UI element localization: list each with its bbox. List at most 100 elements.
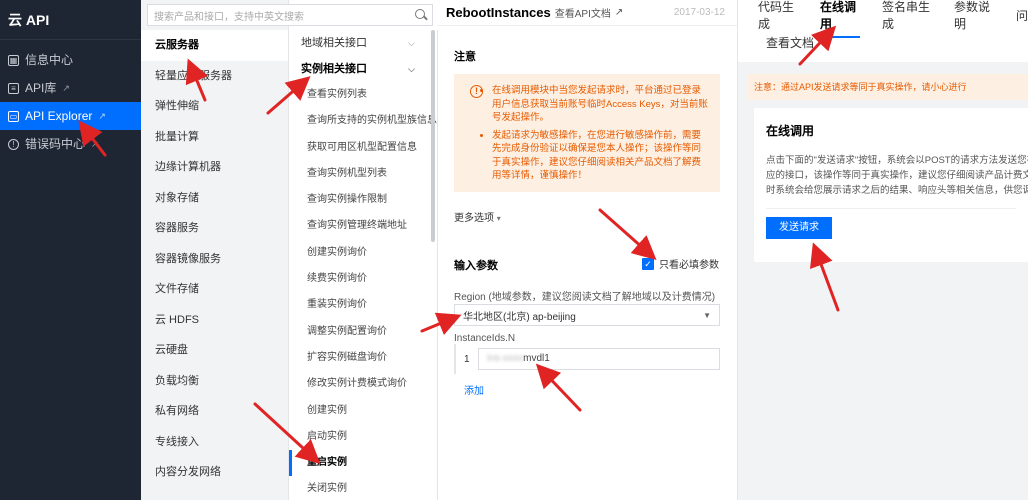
nav-item-api-library[interactable]: ≡ API库 ↗	[0, 74, 141, 102]
product-item[interactable]: 对象存储	[141, 183, 288, 214]
group-region[interactable]: 地域相关接口 ⌵	[289, 30, 437, 56]
notice-item: 在线调用模块中当您发起请求时，平台通过已登录用户信息获取当前账号临时Access…	[492, 84, 708, 125]
scrollbar[interactable]	[431, 30, 435, 242]
interface-item[interactable]: 获取可用区机型配置信息	[289, 135, 437, 161]
product-item[interactable]: 容器服务	[141, 213, 288, 244]
interface-item[interactable]: 查询实例管理终端地址	[289, 213, 437, 239]
interface-item-active[interactable]: 重启实例	[289, 450, 437, 477]
nav-item-label: API Explorer	[25, 109, 93, 123]
checkbox-label: 只看必填参数	[659, 260, 719, 271]
card-text: 时系统会给您展示请求之后的结果、响应头等相关信息，供您调试、	[766, 185, 1028, 196]
instance-id-value: mvdl1	[523, 353, 550, 364]
only-required-checkbox[interactable]: ✓ 只看必填参数	[642, 256, 719, 271]
interface-item[interactable]: 重装实例询价	[289, 292, 437, 318]
notice-title: 注意	[454, 51, 476, 63]
interface-item[interactable]: 查询实例操作限制	[289, 187, 437, 213]
nav-item-info-center[interactable]: ▦ 信息中心	[0, 46, 141, 74]
nav-item-api-explorer[interactable]: ▭ API Explorer ↗	[0, 102, 141, 130]
tab-view-docs[interactable]: 查看文档	[758, 34, 1028, 51]
interface-item[interactable]: 查询所支持的实例机型族信息	[289, 108, 437, 134]
doc-panel: RebootInstances 查看API文档 ↗ 2017-03-12 注意 …	[438, 0, 738, 500]
external-link-icon: ↗	[98, 111, 106, 121]
region-value: 华北地区(北京) ap-beijing	[463, 311, 576, 323]
interface-list: 地域相关接口 ⌵ 实例相关接口 ⌵ 查看实例列表 查询所支持的实例机型族信息 获…	[289, 30, 438, 500]
tab-bar: 代码生成 在线调用 签名串生成 参数说明 问 查看文档	[738, 0, 1028, 62]
interface-item[interactable]: 启动实例	[289, 424, 437, 450]
nav-item-label: 信息中心	[25, 53, 74, 67]
right-panel: 代码生成 在线调用 签名串生成 参数说明 问 查看文档 注意：通过API发送请求…	[738, 0, 1028, 500]
product-item[interactable]: 文件存储	[141, 274, 288, 305]
card-title: 在线调用	[766, 124, 815, 138]
list-bracket	[454, 344, 456, 374]
list-icon: ≡	[8, 82, 19, 94]
instance-id-input[interactable]: ins-xxxxmvdl1	[478, 348, 720, 370]
product-item[interactable]: 负载均衡	[141, 366, 288, 397]
doc-header: RebootInstances 查看API文档 ↗ 2017-03-12	[438, 0, 737, 26]
input-params-title: 输入参数	[454, 260, 498, 272]
interface-item[interactable]: 修改实例计费模式询价	[289, 371, 437, 397]
product-item[interactable]: 容器镜像服务	[141, 244, 288, 275]
external-link-icon: ↗	[91, 139, 99, 149]
product-item[interactable]: 弹性伸缩	[141, 91, 288, 122]
search-icon[interactable]	[410, 5, 432, 25]
monitor-icon: ▭	[8, 110, 19, 122]
interface-item[interactable]: 创建实例	[289, 398, 437, 424]
interface-item[interactable]: 续费实例询价	[289, 266, 437, 292]
nav-item-label: API库	[25, 81, 57, 95]
caret-down-icon: ▼	[703, 310, 711, 320]
card-text: 点击下面的"发送请求"按钮，系统会以POST的请求方法发送您在左	[766, 155, 1028, 166]
group-instance[interactable]: 实例相关接口 ⌵	[289, 56, 437, 82]
interface-item[interactable]: 查询实例机型列表	[289, 161, 437, 187]
interface-item[interactable]: 关闭实例	[289, 476, 437, 500]
doc-date: 2017-03-12	[673, 7, 725, 18]
product-item[interactable]: 内容分发网络	[141, 457, 288, 488]
product-item[interactable]: 私有网络	[141, 396, 288, 427]
tab-code-gen[interactable]: 代码生成	[758, 0, 798, 32]
grid-icon: ▦	[8, 54, 19, 66]
left-nav: 云 API ▦ 信息中心 ≡ API库 ↗ ▭ API Explorer ↗ !…	[0, 0, 141, 500]
product-item[interactable]: 批量计算	[141, 122, 288, 153]
tab-signature[interactable]: 签名串生成	[882, 0, 932, 32]
tab-params[interactable]: 参数说明	[954, 0, 994, 32]
notice-box: ! 在线调用模块中当您发起请求时，平台通过已登录用户信息获取当前账号临时Acce…	[454, 74, 720, 192]
search-placeholder: 搜索产品和接口，支持中英文搜索	[154, 11, 304, 23]
group-label: 地域相关接口	[301, 37, 367, 49]
card-text: 应的接口，该操作等同于真实操作，建议您仔细阅读产品计费文档了	[766, 170, 1028, 181]
divider	[766, 208, 1016, 209]
more-options-label: 更多选项	[454, 213, 494, 224]
interface-item[interactable]: 查看实例列表	[289, 82, 437, 108]
product-list: 云服务器 轻量应用服务器 弹性伸缩 批量计算 边缘计算机器 对象存储 容器服务 …	[141, 0, 289, 500]
page-title: RebootInstances	[446, 5, 551, 20]
search-input[interactable]: 搜索产品和接口，支持中英文搜索	[147, 4, 433, 26]
interface-item[interactable]: 扩容实例磁盘询价	[289, 345, 437, 371]
product-item[interactable]: 云硬盘	[141, 335, 288, 366]
chevron-down-icon: ⌵	[408, 64, 415, 74]
region-select[interactable]: 华北地区(北京) ap-beijing ▼	[454, 304, 720, 326]
product-item[interactable]: 云 HDFS	[141, 305, 288, 336]
add-instance-link[interactable]: 添加	[464, 382, 484, 397]
check-icon[interactable]: ✓	[642, 257, 654, 270]
tab-overflow[interactable]: 问	[1016, 7, 1028, 24]
external-link-icon: ↗	[62, 83, 70, 93]
group-label: 实例相关接口	[301, 63, 367, 75]
nav-item-label: 错误码中心	[25, 137, 86, 151]
brand-title: 云 API	[0, 0, 141, 40]
chevron-down-icon: ⌵	[408, 38, 415, 48]
interface-item[interactable]: 创建实例询价	[289, 240, 437, 266]
send-request-button[interactable]: 发送请求	[766, 217, 832, 239]
product-item[interactable]: 专线接入	[141, 427, 288, 458]
redacted-text: ins-xxxx	[487, 353, 524, 364]
instance-ids-label: InstanceIds.N	[454, 333, 516, 344]
more-options-toggle[interactable]: 更多选项 ▾	[454, 209, 501, 224]
warning-banner: 注意：通过API发送请求等同于真实操作，请小心进行	[748, 74, 1028, 100]
product-item[interactable]: 边缘计算机器	[141, 152, 288, 183]
interface-item[interactable]: 调整实例配置询价	[289, 319, 437, 345]
product-item[interactable]: 云服务器	[141, 30, 288, 61]
external-link-icon: ↗	[614, 7, 624, 18]
warning-icon: !	[470, 85, 483, 98]
region-label: Region (地域参数，建议您阅读文档了解地域以及计费情况)	[454, 292, 716, 303]
api-doc-link[interactable]: 查看API文档	[555, 5, 611, 20]
product-item[interactable]: 轻量应用服务器	[141, 61, 288, 92]
tab-online-call[interactable]: 在线调用	[820, 0, 860, 38]
nav-item-error-codes[interactable]: ! 错误码中心 ↗	[0, 130, 141, 158]
